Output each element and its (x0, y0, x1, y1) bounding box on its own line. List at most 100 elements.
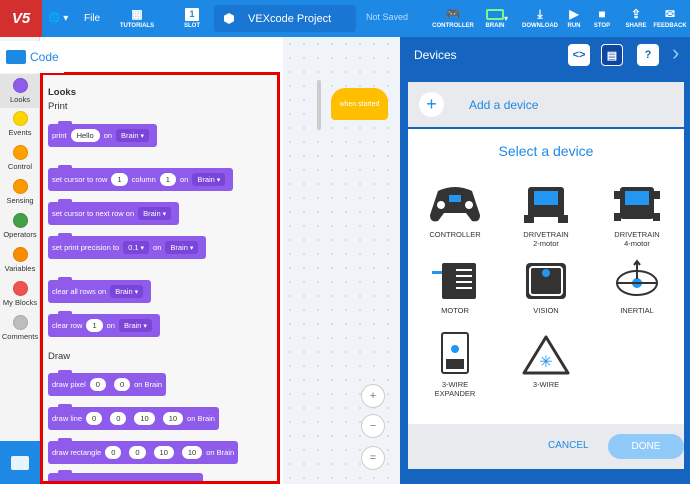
print-precision-block[interactable]: set print precision to 0.1 on Brain (48, 233, 207, 259)
cancel-button[interactable]: CANCEL (548, 440, 589, 451)
zoom-reset-button[interactable]: = (361, 446, 385, 470)
next-row-block[interactable]: set cursor to next row on Brain (48, 199, 180, 225)
category-looks[interactable]: Looks (0, 74, 40, 108)
target-dropdown[interactable]: Brain (138, 207, 172, 220)
share-button[interactable]: ⇪ SHARE (623, 0, 649, 37)
x-input[interactable]: 0 (89, 378, 106, 391)
run-label: RUN (567, 23, 581, 29)
device-sublabel: 2-motor (533, 239, 559, 248)
print-value-input[interactable]: Hello (70, 129, 100, 142)
stop-icon: ■ (598, 7, 606, 21)
device-controller[interactable]: CONTROLLER (415, 181, 495, 239)
device-vision[interactable]: VISION (506, 257, 586, 315)
project-name-field[interactable]: VEXcode Project (214, 5, 356, 32)
top-toolbar: V5 🌐 ▾ File ▦ TUTORIALS 1 SLOT VEXcode P… (0, 0, 690, 37)
device-drivetrain-4-motor[interactable]: DRIVETRAIN 4-motor (597, 181, 677, 248)
brain-dropdown-icon[interactable]: ▾ (504, 0, 508, 37)
device-label: INERTIAL (620, 306, 654, 315)
tutorials-label: TUTORIALS (119, 23, 155, 29)
partial-block[interactable] (48, 470, 203, 481)
devices-icon: ▤ (606, 49, 618, 62)
code-view-button[interactable]: <> (568, 44, 590, 66)
help-button[interactable]: ? (637, 44, 659, 66)
target-dropdown[interactable]: Brain (110, 285, 144, 298)
controller-label: CONTROLLER (432, 23, 474, 29)
device-motor[interactable]: MOTOR (415, 257, 495, 315)
category-control[interactable]: Control (0, 145, 40, 171)
y1-input[interactable]: 0 (110, 412, 127, 425)
column-input[interactable]: 1 (159, 173, 176, 186)
row-input[interactable]: 1 (111, 173, 128, 186)
select-device-title: Select a device (498, 143, 594, 159)
draw-rectangle-block[interactable]: draw rectangle 0 0 10 10 on Brain (48, 438, 239, 464)
done-button[interactable]: DONE (608, 434, 684, 459)
stop-button[interactable]: ■ STOP (589, 0, 615, 37)
when-started-block[interactable]: when started (331, 88, 388, 120)
download-button[interactable]: ⤓ DOWNLOAD (518, 0, 562, 37)
tutorials-button[interactable]: ▦ TUTORIALS (112, 0, 162, 37)
code-brackets-icon: <> (572, 49, 586, 61)
language-globe-icon[interactable]: 🌐 ▾ (48, 0, 68, 37)
category-variables[interactable]: Variables (0, 247, 40, 273)
vex-logo: V5 (0, 0, 42, 37)
draw-pixel-block[interactable]: draw pixel 0 0 on Brain (48, 370, 167, 396)
devices-view-button[interactable]: ▤ (601, 44, 623, 66)
device-sublabel: EXPANDER (434, 389, 476, 398)
height-input[interactable]: 10 (181, 446, 203, 459)
print-block[interactable]: print Hello on Brain (48, 121, 158, 147)
extensions-button[interactable] (0, 441, 40, 484)
share-label: SHARE (625, 23, 647, 29)
precision-dropdown[interactable]: 0.1 (123, 241, 150, 254)
controller-button[interactable]: 🎮 CONTROLLER (430, 0, 476, 37)
x2-input[interactable]: 10 (134, 412, 155, 425)
category-events[interactable]: Events (0, 111, 40, 137)
comments-dot-icon (12, 315, 28, 330)
category-my-blocks[interactable]: My Blocks (0, 281, 40, 307)
run-button[interactable]: ▶ RUN (562, 0, 586, 37)
clear-row-block[interactable]: clear row 1 on Brain (48, 311, 160, 337)
target-dropdown[interactable]: Brain (118, 319, 152, 332)
x-input[interactable]: 0 (105, 446, 122, 459)
clear-all-rows-block[interactable]: clear all rows on Brain (48, 277, 152, 303)
device-inertial[interactable]: INERTIAL (597, 257, 677, 315)
x1-input[interactable]: 0 (86, 412, 103, 425)
y2-input[interactable]: 10 (162, 412, 184, 425)
draw-line-block[interactable]: draw line 0 0 10 10 on Brain (48, 404, 219, 430)
device-drivetrain-2-motor[interactable]: DRIVETRAIN 2-motor (506, 181, 586, 248)
stop-label: STOP (593, 23, 611, 29)
device-3-wire-expander[interactable]: 3-WIRE EXPANDER (415, 331, 495, 398)
device-3-wire[interactable]: ✳ 3-WIRE (506, 331, 586, 389)
y-input[interactable]: 0 (129, 446, 146, 459)
control-dot-icon (12, 145, 28, 160)
category-sensing[interactable]: Sensing (0, 179, 40, 205)
target-dropdown[interactable]: Brain (165, 241, 199, 254)
category-comments[interactable]: Comments (0, 315, 40, 341)
project-hex-icon (224, 13, 234, 24)
block-text: on (106, 321, 115, 330)
add-device-row[interactable]: + Add a device (408, 82, 684, 127)
target-dropdown[interactable]: Brain (116, 129, 150, 142)
code-tab[interactable]: Code (0, 41, 64, 73)
project-name: VEXcode Project (248, 12, 332, 25)
feedback-button[interactable]: ✉ FEEDBACK (652, 0, 688, 37)
zoom-reset-icon: = (369, 452, 377, 464)
category-operators[interactable]: Operators (0, 213, 40, 239)
width-input[interactable]: 10 (153, 446, 174, 459)
block-text: set print precision to (52, 243, 120, 252)
y-input[interactable]: 0 (113, 378, 131, 391)
target-dropdown[interactable]: Brain (192, 173, 226, 186)
block-text: on (103, 131, 113, 140)
device-label: VISION (533, 306, 559, 315)
slot-button[interactable]: 1 SLOT (180, 0, 204, 37)
set-cursor-block[interactable]: set cursor to row 1 column 1 on Brain (48, 165, 234, 191)
block-text: on (153, 243, 162, 252)
zoom-out-button[interactable]: − (361, 414, 385, 438)
file-menu[interactable]: File (84, 0, 100, 37)
extensions-icon (11, 455, 29, 470)
row-input[interactable]: 1 (86, 319, 103, 332)
events-dot-icon (12, 111, 28, 126)
palette-scrollbar[interactable] (317, 80, 321, 130)
sensing-dot-icon (12, 179, 28, 194)
collapse-chevron-icon[interactable]: › (672, 40, 679, 66)
zoom-in-button[interactable]: + (361, 384, 385, 408)
